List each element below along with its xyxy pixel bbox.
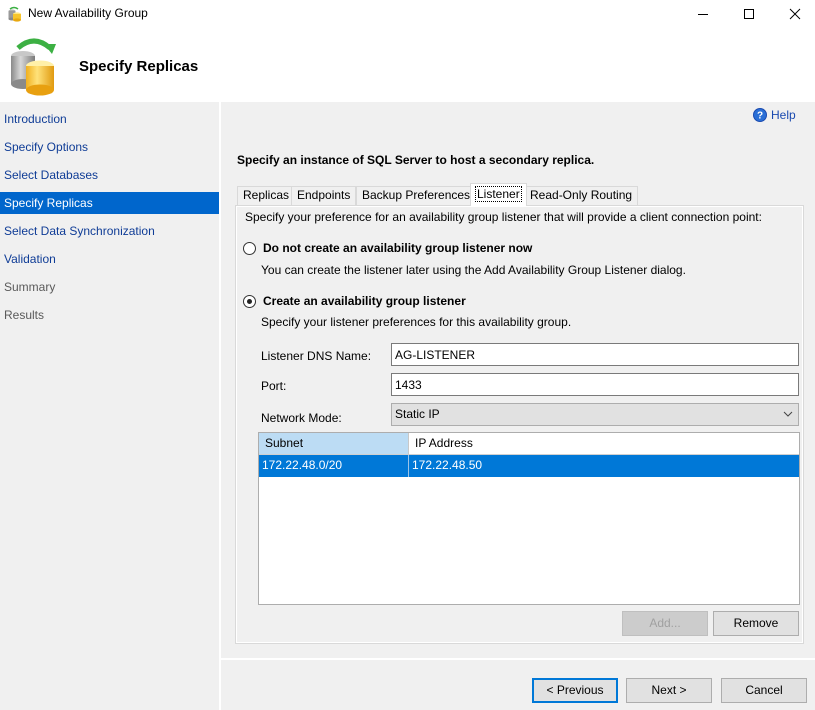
sidebar-item-select-databases[interactable]: Select Databases [0, 164, 219, 186]
minimize-button[interactable] [680, 0, 726, 28]
tab-listener[interactable]: Listener [470, 183, 527, 206]
tab-backup-preferences[interactable]: Backup Preferences [356, 186, 477, 205]
radio-do-not-create-listener[interactable]: Do not create an availability group list… [243, 241, 532, 255]
help-label: Help [771, 108, 796, 122]
network-mode-select[interactable]: Static IP [391, 403, 799, 426]
instruction-text: Specify an instance of SQL Server to hos… [237, 153, 595, 167]
tab-label: Listener [475, 186, 522, 202]
maximize-icon [744, 9, 754, 19]
tab-endpoints[interactable]: Endpoints [291, 186, 357, 205]
dns-name-label: Listener DNS Name: [261, 349, 372, 363]
sidebar-item-specify-options[interactable]: Specify Options [0, 136, 219, 158]
close-button[interactable] [772, 0, 815, 28]
radio-button-unchecked[interactable] [243, 241, 256, 255]
listener-tab-panel: Specify your preference for an availabil… [235, 205, 804, 644]
svg-text:?: ? [757, 111, 763, 122]
app-icon [8, 6, 21, 22]
sidebar-item-introduction[interactable]: Introduction [0, 108, 219, 130]
column-header-subnet[interactable]: Subnet [259, 433, 409, 455]
column-header-ip-address[interactable]: IP Address [409, 433, 799, 455]
tab-label: Replicas [243, 188, 290, 202]
radio-create-listener[interactable]: Create an availability group listener [243, 294, 466, 308]
tab-replicas[interactable]: Replicas [237, 186, 296, 205]
subnet-ip-grid: Subnet IP Address 172.22.48.0/20 172.22.… [258, 432, 800, 605]
chevron-down-icon [783, 411, 793, 417]
network-mode-value: Static IP [395, 407, 440, 421]
help-icon: ? [753, 108, 767, 122]
radio-sub-text: Specify your listener preferences for th… [261, 315, 572, 329]
radio-button-checked[interactable] [243, 294, 256, 308]
sidebar-item-summary: Summary [4, 280, 56, 294]
wizard-header: Specify Replicas [0, 28, 815, 102]
tab-read-only-routing[interactable]: Read-Only Routing [524, 186, 639, 205]
sidebar-item-results: Results [4, 308, 45, 322]
close-icon [789, 8, 801, 20]
port-label: Port: [261, 379, 287, 393]
wizard-footer: < Previous Next > Cancel [221, 660, 815, 710]
sidebar-item-validation[interactable]: Validation [0, 248, 219, 270]
wizard-sidebar: Introduction Specify Options Select Data… [0, 102, 219, 710]
remove-button[interactable]: Remove [713, 611, 799, 636]
listener-description: Specify your preference for an availabil… [245, 210, 762, 224]
tab-label: Read-Only Routing [530, 188, 633, 202]
table-row[interactable]: 172.22.48.0/20 172.22.48.50 [259, 455, 799, 477]
tab-label: Backup Preferences [362, 188, 471, 202]
tab-label: Endpoints [297, 188, 351, 202]
title-bar: New Availability Group [0, 0, 815, 28]
main-pane: ? Help Specify an instance of SQL Server… [221, 102, 815, 658]
page-title: Specify Replicas [79, 58, 199, 75]
next-button[interactable]: Next > [626, 678, 712, 703]
minimize-icon [698, 14, 708, 15]
add-button[interactable]: Add... [622, 611, 708, 636]
cell-ip-address: 172.22.48.50 [412, 458, 483, 472]
previous-button[interactable]: < Previous [532, 678, 618, 703]
radio-label: Create an availability group listener [263, 294, 466, 308]
radio-sub-text: You can create the listener later using … [261, 263, 686, 277]
port-input[interactable] [391, 373, 799, 396]
network-mode-label: Network Mode: [261, 411, 342, 425]
window-title: New Availability Group [28, 6, 148, 20]
listener-dns-name-input[interactable] [391, 343, 799, 366]
help-link[interactable]: ? Help [753, 108, 796, 122]
cancel-button[interactable]: Cancel [721, 678, 807, 703]
availability-group-databases-icon [11, 38, 56, 96]
radio-label: Do not create an availability group list… [263, 241, 533, 255]
maximize-button[interactable] [726, 0, 772, 28]
sidebar-item-select-data-synchronization[interactable]: Select Data Synchronization [0, 220, 219, 242]
sidebar-item-specify-replicas[interactable]: Specify Replicas [0, 192, 219, 214]
grid-header-row: Subnet IP Address [259, 433, 799, 455]
cell-subnet: 172.22.48.0/20 [259, 455, 409, 477]
new-availability-group-window: New Availability Group Specify Replicas … [0, 0, 815, 710]
